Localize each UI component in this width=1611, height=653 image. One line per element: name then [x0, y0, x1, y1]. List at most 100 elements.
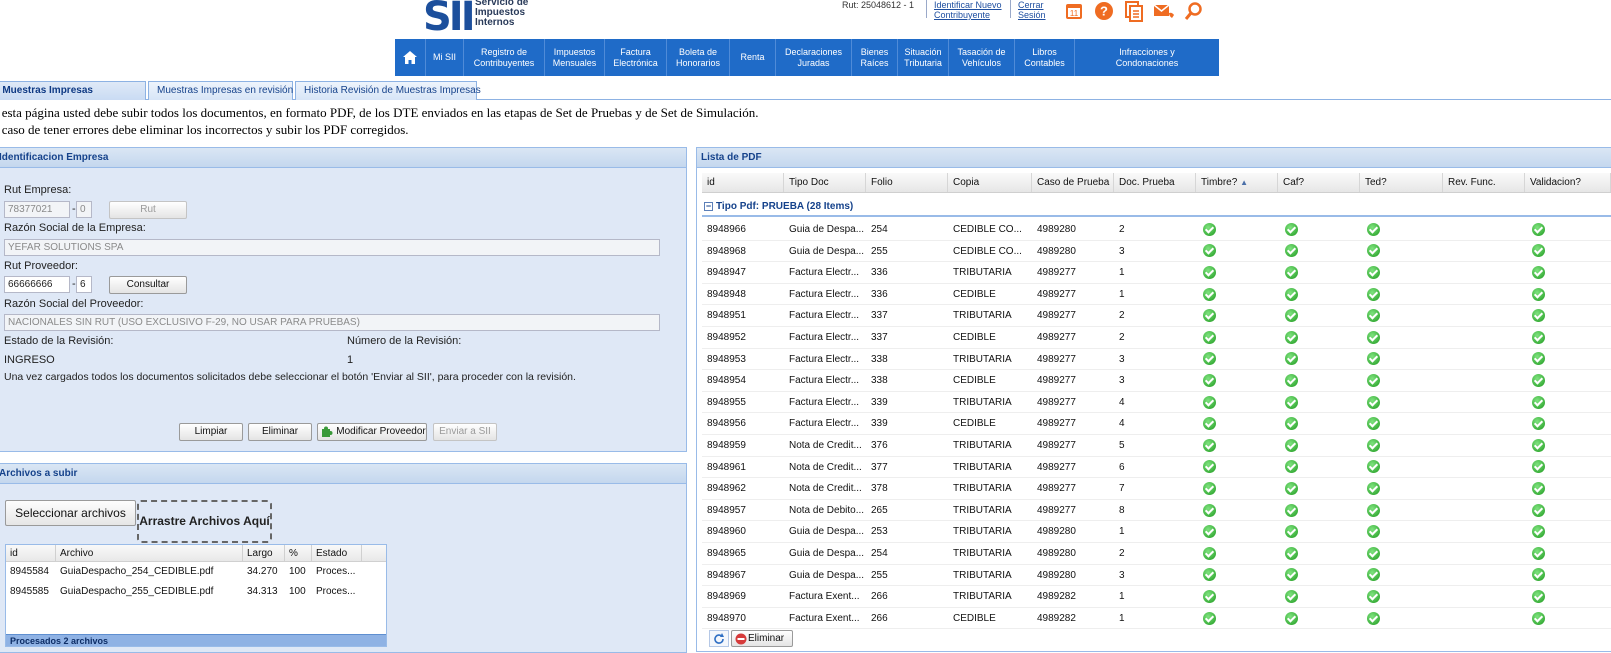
razon-social-input[interactable]: YEFAR SOLUTIONS SPA	[4, 239, 660, 256]
main-nav: Mi SII Registro de Contribuyentes Impuest…	[395, 39, 1219, 76]
col-estado[interactable]: Estado	[312, 545, 362, 561]
rut-proveedor-input[interactable]: 66666666	[4, 276, 70, 293]
pdf-row[interactable]: 8948962 Nota de Credit... 378 TRIBUTARIA 498…	[702, 478, 1611, 500]
pdf-row[interactable]: 8948960 Guia de Despa... 253 TRIBUTARIA 4989…	[702, 521, 1611, 543]
pdf-row[interactable]: 8948952 Factura Electr... 337 CEDIBLE 498927…	[702, 327, 1611, 349]
documents-icon[interactable]	[1123, 0, 1145, 22]
calendar-icon[interactable]: 11	[1063, 0, 1085, 22]
check-icon	[1532, 330, 1545, 344]
pdf-row[interactable]: 8948948 Factura Electr... 336 CEDIBLE 498927…	[702, 284, 1611, 306]
eliminar-button[interactable]: Eliminar	[248, 423, 312, 441]
search-icon[interactable]	[1183, 0, 1205, 22]
pdf-cell: 3	[1119, 353, 1125, 365]
col-id[interactable]: id	[702, 173, 784, 192]
check-cell	[1278, 478, 1360, 499]
limpiar-button[interactable]: Limpiar	[179, 423, 243, 441]
pdf-row[interactable]: 8948956 Factura Electr... 339 CEDIBLE 498927…	[702, 413, 1611, 435]
pdf-cell: TRIBUTARIA	[953, 396, 1012, 408]
pdf-cell: 4989277	[1037, 375, 1076, 387]
tab-ingreso[interactable]: Ingreso de Muestras Impresas	[0, 81, 146, 100]
collapse-icon[interactable]: −	[704, 202, 713, 211]
nav-mi-sii[interactable]: Mi SII	[426, 39, 464, 76]
enviar-sii-button[interactable]: Enviar a SII	[433, 423, 497, 441]
nav-declaraciones[interactable]: Declaraciones Juradas	[776, 39, 852, 76]
tab-bar: Ingreso de Muestras Impresas Muestras Im…	[0, 81, 1611, 100]
rut-button[interactable]: Rut	[109, 201, 187, 219]
refresh-button[interactable]	[709, 630, 729, 647]
check-cell	[1278, 521, 1360, 542]
razon-proveedor-input[interactable]: NACIONALES SIN RUT (USO EXCLUSIVO F-29, …	[4, 314, 660, 331]
pdf-row[interactable]: 8948967 Guia de Despa... 255 TRIBUTARIA 4989…	[702, 565, 1611, 587]
col-timbre[interactable]: Timbre? ▲	[1196, 173, 1278, 192]
col-caf[interactable]: Caf?	[1278, 173, 1360, 192]
modificar-proveedor-button[interactable]: Modificar Proveedor	[317, 423, 427, 441]
nav-boleta[interactable]: Boleta de Honorarios	[667, 39, 730, 76]
pdf-cell: 1	[1119, 612, 1125, 624]
pdf-row[interactable]: 8948951 Factura Electr... 337 TRIBUTARIA 498…	[702, 305, 1611, 327]
pdf-row[interactable]: 8948966 Guia de Despa... 254 CEDIBLE CO... 4…	[702, 219, 1611, 241]
logout-link[interactable]: Cerrar Sesión	[1018, 0, 1046, 20]
col-folio[interactable]: Folio	[866, 173, 948, 192]
check-cell	[1278, 413, 1360, 434]
col-validacion[interactable]: Validacion?	[1525, 173, 1611, 192]
drop-zone[interactable]: Arrastre Archivos Aquí	[137, 500, 272, 543]
check-icon	[1367, 460, 1380, 474]
check-icon	[1367, 287, 1380, 301]
check-icon	[1367, 330, 1380, 344]
col-copia[interactable]: Copia	[948, 173, 1032, 192]
pdf-cell: 4989277	[1037, 461, 1076, 473]
col-id[interactable]: id	[6, 545, 56, 561]
pdf-row[interactable]: 8948959 Nota de Credit... 376 TRIBUTARIA 498…	[702, 435, 1611, 457]
pdf-cell: Factura Electr...	[789, 396, 860, 408]
select-files-button[interactable]: Seleccionar archivos	[5, 500, 136, 526]
sii-logo[interactable]: SII Servicio de Impuestos Internos	[423, 0, 533, 40]
pdf-row[interactable]: 8948953 Factura Electr... 338 TRIBUTARIA 498…	[702, 349, 1611, 371]
nav-factura[interactable]: Factura Electrónica	[605, 39, 667, 76]
col-caso-prueba[interactable]: Caso de Prueba	[1032, 173, 1114, 192]
pdf-cell: 4989277	[1037, 483, 1076, 495]
nav-registro[interactable]: Registro de Contribuyentes	[464, 39, 545, 76]
mail-phone-icon[interactable]	[1153, 0, 1175, 22]
pdf-row[interactable]: 8948955 Factura Electr... 339 TRIBUTARIA 498…	[702, 392, 1611, 414]
help-icon[interactable]: ?	[1093, 0, 1115, 22]
check-cell	[1360, 565, 1443, 586]
pdf-eliminar-button[interactable]: Eliminar	[731, 630, 793, 647]
pdf-row[interactable]: 8948965 Guia de Despa... 254 TRIBUTARIA 4989…	[702, 543, 1611, 565]
pdf-row[interactable]: 8948968 Guia de Despa... 255 CEDIBLE CO... 4…	[702, 241, 1611, 263]
upload-row[interactable]: 8945584 GuiaDespacho_254_CEDIBLE.pdf 34.…	[6, 562, 386, 582]
col-doc-prueba[interactable]: Doc. Prueba	[1114, 173, 1196, 192]
nav-libros[interactable]: Libros Contables	[1015, 39, 1075, 76]
pdf-row[interactable]: 8948961 Nota de Credit... 377 TRIBUTARIA 498…	[702, 457, 1611, 479]
consultar-button[interactable]: Consultar	[109, 276, 187, 294]
pdf-cell: 4	[1119, 418, 1125, 430]
nav-home[interactable]	[395, 39, 426, 76]
col-archivo[interactable]: Archivo	[56, 545, 243, 561]
nav-renta[interactable]: Renta	[730, 39, 776, 76]
check-icon	[1532, 611, 1545, 625]
pdf-row[interactable]: 8948969 Factura Exent... 266 TRIBUTARIA 4989…	[702, 586, 1611, 608]
pdf-cell: CEDIBLE	[953, 331, 996, 343]
pdf-row[interactable]: 8948970 Factura Exent... 266 CEDIBLE 4989282…	[702, 608, 1611, 630]
col-rev-func[interactable]: Rev. Func.	[1443, 173, 1525, 192]
col-tipo-doc[interactable]: Tipo Doc	[784, 173, 866, 192]
identify-contributor-link[interactable]: Identificar Nuevo Contribuyente	[934, 0, 1002, 20]
nav-infracciones[interactable]: Infracciones y Condonaciones	[1075, 39, 1219, 76]
tab-en-revision[interactable]: Muestras Impresas en revisión	[148, 81, 293, 100]
rut-empresa-input[interactable]: 78377021	[4, 201, 70, 218]
col-pct[interactable]: %	[285, 545, 312, 561]
rut-proveedor-dv-input[interactable]: 6	[76, 276, 92, 293]
rut-empresa-dv-input[interactable]: 0	[76, 201, 92, 218]
nav-tasacion[interactable]: Tasación de Vehículos	[949, 39, 1015, 76]
nav-bienes[interactable]: Bienes Raíces	[852, 39, 898, 76]
tab-historia[interactable]: Historia Revisión de Muestras Impresas	[295, 81, 481, 100]
pdf-row[interactable]: 8948954 Factura Electr... 338 CEDIBLE 498927…	[702, 370, 1611, 392]
check-icon	[1203, 222, 1216, 236]
nav-situacion[interactable]: Situación Tributaria	[898, 39, 949, 76]
col-ted[interactable]: Ted?	[1360, 173, 1443, 192]
group-header[interactable]: − Tipo Pdf: PRUEBA (28 Items)	[702, 198, 1611, 217]
pdf-row[interactable]: 8948957 Nota de Debito... 265 TRIBUTARIA 498…	[702, 500, 1611, 522]
pdf-row[interactable]: 8948947 Factura Electr... 336 TRIBUTARIA 498…	[702, 262, 1611, 284]
upload-row[interactable]: 8945585 GuiaDespacho_255_CEDIBLE.pdf 34.…	[6, 582, 386, 602]
nav-impuestos[interactable]: Impuestos Mensuales	[545, 39, 605, 76]
col-largo[interactable]: Largo	[243, 545, 285, 561]
